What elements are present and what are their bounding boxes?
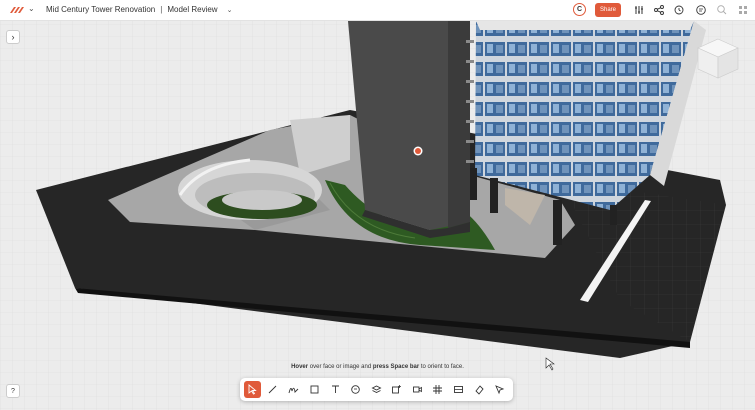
grid-icon [433,385,442,394]
hint-press: press Space bar [372,364,420,370]
add-image-tool[interactable] [388,381,405,398]
top-bar: ⌄ Mid Century Tower Renovation | Model R… [0,0,755,21]
help-button[interactable]: ? [6,384,20,398]
pointer-tool[interactable] [491,381,508,398]
chevron-right-icon: › [11,32,15,42]
share-button[interactable]: Share [595,3,621,17]
eraser-tool[interactable] [471,381,488,398]
comment-pin[interactable] [413,146,423,156]
line-icon [268,385,277,394]
search-icon[interactable] [715,3,729,17]
project-name: Mid Century Tower Renovation [46,5,156,14]
comment-tool[interactable] [347,381,364,398]
help-icon: ? [11,388,15,395]
eraser-icon [475,385,484,395]
section-icon [454,386,463,393]
3d-viewport[interactable] [0,21,755,410]
comment-icon[interactable] [694,3,708,17]
rectangle-tool[interactable] [306,381,323,398]
section-tool[interactable] [450,381,467,398]
orient-hint: Hover over face or image and press Space… [0,364,755,370]
title-separator: | [160,5,163,14]
pointer-tool-icon [495,385,505,395]
rectangle-icon [310,385,319,394]
grid-menu-icon[interactable] [736,3,750,17]
view-name: Model Review [167,5,218,14]
sidebar-toggle-button[interactable]: › [6,30,20,44]
camera-icon [413,386,422,393]
select-arrow-icon [248,384,257,395]
tool-palette [240,378,513,401]
avatar[interactable]: C [573,3,586,16]
hint-mid: over face or image and [309,364,372,370]
comment-icon [351,385,360,394]
app-logo-icon[interactable] [9,4,25,16]
freehand-icon [288,387,299,394]
text-icon [332,385,339,393]
share-network-icon[interactable] [652,3,666,17]
document-title[interactable]: Mid Century Tower Renovation | Model Rev… [46,5,232,14]
add-image-icon [392,385,401,394]
grid-tool[interactable] [429,381,446,398]
camera-tool[interactable] [409,381,426,398]
model-canvas[interactable] [0,21,755,410]
sliders-icon[interactable] [632,3,646,17]
text-tool[interactable] [327,381,344,398]
layers-tool[interactable] [368,381,385,398]
hint-hover: Hover [291,364,309,370]
history-icon[interactable] [672,3,686,17]
layers-icon [371,385,382,394]
chevron-down-icon[interactable]: ⌄ [227,6,233,14]
select-tool[interactable] [244,381,261,398]
logo-menu-chevron-icon[interactable]: ⌄ [28,4,35,13]
freehand-tool[interactable] [285,381,302,398]
hint-end: to orient to face. [420,364,464,370]
line-tool[interactable] [264,381,281,398]
